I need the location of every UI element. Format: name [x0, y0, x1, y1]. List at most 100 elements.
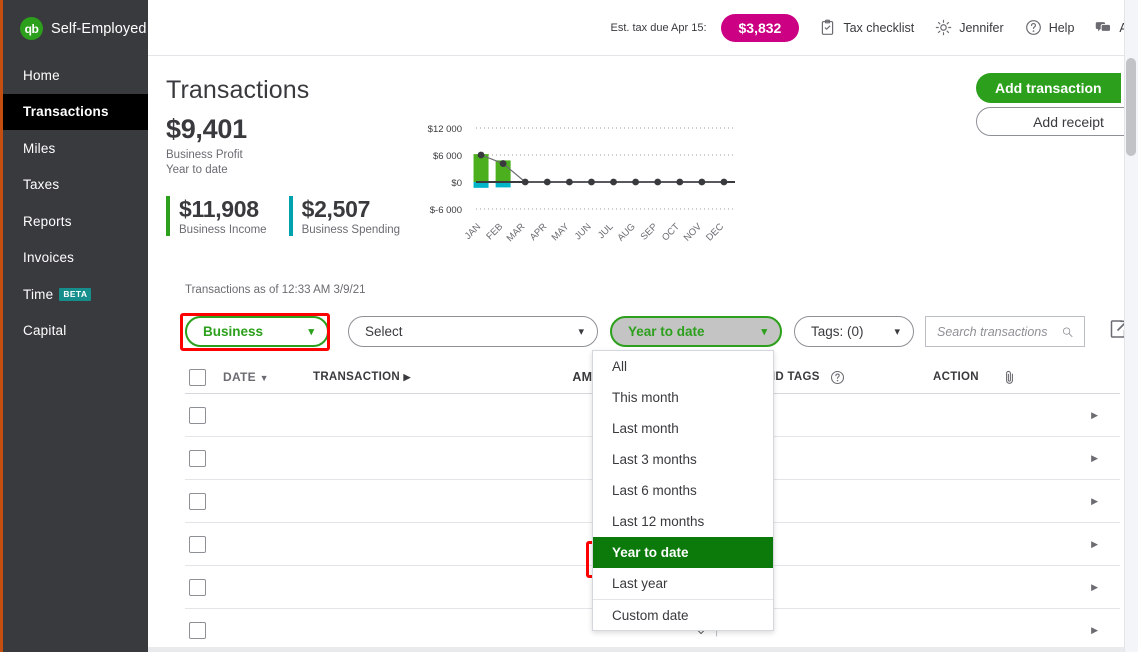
dropdown-option-all[interactable]: All: [593, 351, 773, 382]
date-range-filter-label: Year to date: [628, 324, 705, 339]
svg-text:OCT: OCT: [660, 221, 682, 243]
row-expand-arrow[interactable]: ▶: [1053, 453, 1110, 464]
dropdown-option-custom-date[interactable]: Custom date: [593, 599, 773, 630]
brand[interactable]: qb Self-Employed: [3, 0, 148, 57]
cell-transaction: [313, 414, 513, 416]
business-income-stat: $11,908 Business Income: [166, 196, 267, 236]
business-profit-amount: $9,401: [166, 114, 247, 144]
sidebar-item-invoices[interactable]: Invoices: [3, 240, 148, 277]
question-circle-icon: [1025, 20, 1041, 35]
sidebar-item-label: Reports: [23, 213, 72, 229]
svg-text:$6 000: $6 000: [433, 151, 462, 162]
svg-text:NOV: NOV: [682, 221, 705, 244]
dropdown-option-year-to-date[interactable]: Year to date: [593, 537, 773, 568]
row-checkbox[interactable]: [189, 578, 206, 596]
dropdown-option-list: All This month Last month Last 3 months Last…: [593, 351, 773, 630]
sidebar-item-reports[interactable]: Reports: [3, 203, 148, 240]
row-checkbox[interactable]: [189, 535, 206, 553]
svg-text:MAR: MAR: [505, 221, 528, 244]
estimated-tax-label: Est. tax due Apr 15:: [610, 21, 707, 34]
row-checkbox[interactable]: [189, 449, 206, 467]
settings-user-button[interactable]: Jennifer: [935, 19, 1004, 36]
svg-text:FEB: FEB: [484, 221, 505, 242]
sidebar-item-transactions[interactable]: Transactions: [3, 93, 148, 130]
business-income-amount: $11,908: [179, 196, 259, 222]
sidebar-item-label: Time: [23, 286, 54, 302]
brand-label: Self-Employed: [51, 20, 147, 37]
svg-text:$-6 000: $-6 000: [430, 205, 462, 216]
dropdown-option-last-month[interactable]: Last month: [593, 413, 773, 444]
business-profit-period: Year to date: [166, 164, 228, 176]
attachment-icon[interactable]: [1003, 370, 1016, 385]
business-type-filter[interactable]: Business ▾: [185, 316, 329, 347]
select-all-cell: [185, 368, 223, 386]
row-expand-arrow[interactable]: ▶: [1053, 625, 1110, 636]
help-circle-icon[interactable]: [830, 370, 845, 385]
search-input[interactable]: [937, 324, 1062, 339]
row-expand-arrow[interactable]: ▶: [1053, 496, 1110, 507]
app-root: qb Self-Employed Home Transactions Miles…: [0, 0, 1138, 652]
dropdown-option-last-6-months[interactable]: Last 6 months: [593, 475, 773, 506]
svg-text:AUG: AUG: [615, 221, 637, 243]
row-select-cell: [185, 449, 223, 467]
page-title: Transactions: [166, 76, 310, 104]
account-filter[interactable]: Select ▾: [348, 316, 598, 347]
column-header-action-label: ACTION: [933, 371, 979, 383]
add-transaction-button[interactable]: Add transaction: [976, 73, 1121, 103]
row-expand-arrow[interactable]: ▶: [1053, 410, 1110, 421]
sidebar-item-label: Taxes: [23, 177, 60, 193]
search-icon: [1062, 326, 1073, 337]
column-header-transaction[interactable]: TRANSACTION ▶: [313, 371, 513, 383]
svg-text:JAN: JAN: [463, 221, 484, 242]
horizontal-scrollbar[interactable]: [148, 647, 1124, 652]
tax-checklist-button[interactable]: Tax checklist: [819, 19, 914, 36]
column-header-date-label: DATE: [223, 370, 256, 384]
svg-text:MAY: MAY: [550, 221, 572, 243]
estimated-tax-amount-button[interactable]: $3,832: [720, 13, 800, 42]
dropdown-option-last-12-months[interactable]: Last 12 months: [593, 506, 773, 537]
sidebar-item-taxes[interactable]: Taxes: [3, 167, 148, 204]
svg-text:JUL: JUL: [596, 221, 616, 241]
business-spending-stat: $2,507 Business Spending: [288, 196, 400, 236]
help-button[interactable]: Help: [1025, 19, 1074, 36]
main-content: Transactions Add transaction Add receipt…: [148, 56, 1138, 652]
column-header-date[interactable]: DATE ▼: [223, 370, 313, 384]
cell-transaction: [313, 457, 513, 459]
row-checkbox[interactable]: [189, 492, 206, 510]
chevron-down-icon: ▾: [894, 326, 900, 338]
tax-checklist-label: Tax checklist: [843, 20, 915, 35]
tags-filter[interactable]: Tags: (0) ▾: [794, 316, 914, 347]
row-expand-arrow[interactable]: ▶: [1053, 582, 1110, 593]
sidebar-item-time[interactable]: Time BETA: [3, 276, 148, 313]
chat-bubbles-icon: [1096, 22, 1112, 32]
row-select-cell: [185, 578, 223, 596]
transactions-as-of-label: Transactions as of 12:33 AM 3/9/21: [185, 284, 366, 296]
dropdown-option-this-month[interactable]: This month: [593, 382, 773, 413]
select-all-checkbox[interactable]: [189, 368, 206, 386]
search-transactions-box[interactable]: [925, 316, 1085, 347]
row-expand-arrow[interactable]: ▶: [1053, 539, 1110, 550]
user-name-label: Jennifer: [959, 20, 1004, 35]
sidebar-item-capital[interactable]: Capital: [3, 313, 148, 350]
dropdown-option-last-year[interactable]: Last year: [593, 568, 773, 599]
dropdown-option-last-3-months[interactable]: Last 3 months: [593, 444, 773, 475]
date-range-filter[interactable]: Year to date ▾: [610, 316, 782, 347]
cell-transaction: [313, 586, 513, 588]
top-bar: Est. tax due Apr 15: $3,832 Tax checklis…: [148, 0, 1138, 56]
vertical-scrollbar-thumb[interactable]: [1126, 58, 1136, 156]
row-select-cell: [185, 406, 223, 424]
sidebar-item-label: Transactions: [23, 104, 109, 120]
row-checkbox[interactable]: [189, 406, 206, 424]
sort-desc-icon: ▼: [259, 373, 269, 383]
row-checkbox[interactable]: [189, 621, 206, 639]
sidebar-item-label: Invoices: [23, 250, 75, 266]
svg-text:DEC: DEC: [704, 221, 726, 243]
add-receipt-button[interactable]: Add receipt: [976, 107, 1138, 136]
svg-text:SEP: SEP: [639, 221, 660, 242]
chevron-down-icon: ▾: [308, 326, 314, 338]
sidebar-item-miles[interactable]: Miles: [3, 130, 148, 167]
sidebar-item-home[interactable]: Home: [3, 57, 148, 94]
business-type-filter-label: Business: [203, 324, 264, 339]
summary-stats: $9,401 Business Profit Year to date $11,…: [166, 114, 400, 236]
filter-bar: Business ▾ Select ▾ Year to date ▾ Tags:…: [185, 316, 1120, 348]
